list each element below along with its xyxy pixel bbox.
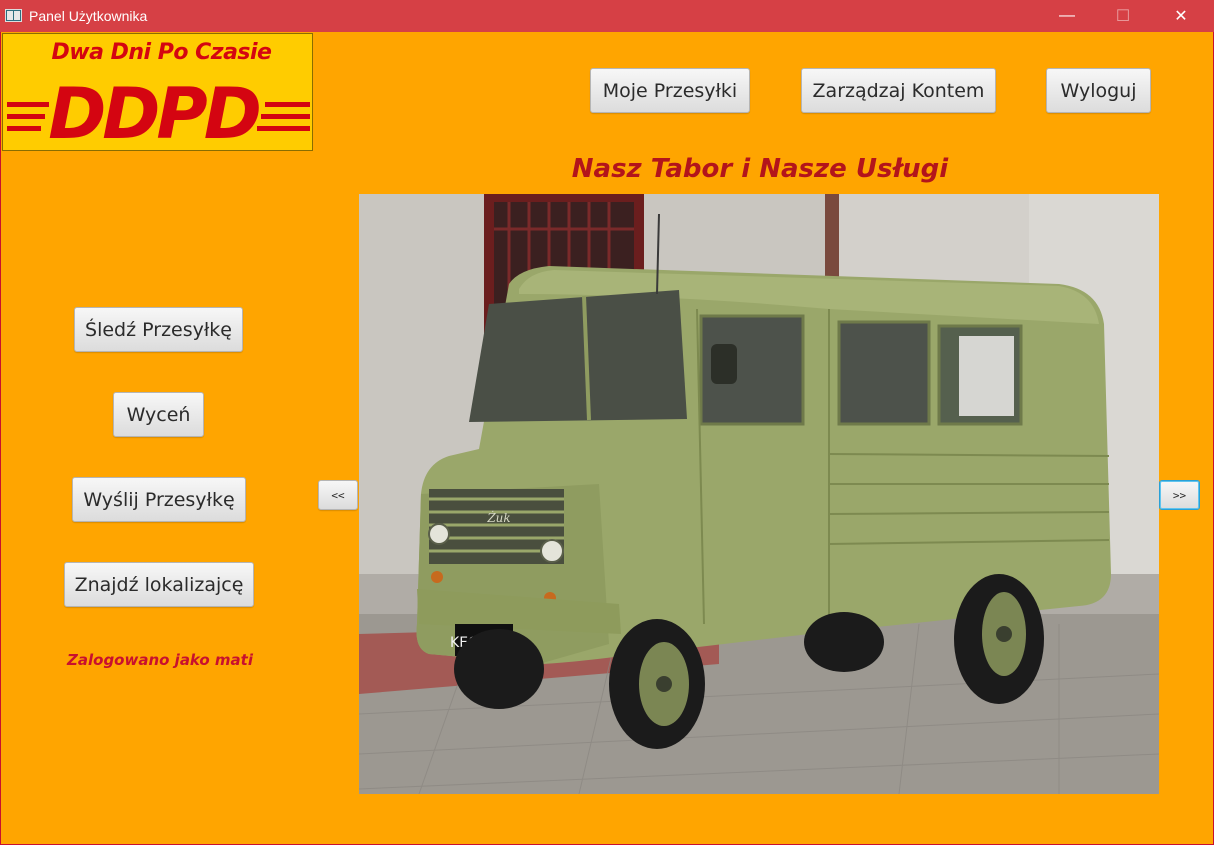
window-titlebar: Panel Użytkownika — ☐ ✕: [0, 0, 1214, 32]
track-shipment-button[interactable]: Śledź Przesyłkę: [74, 307, 243, 352]
minimize-icon[interactable]: —: [1044, 0, 1090, 32]
carousel-next-button[interactable]: >>: [1159, 480, 1200, 510]
page-title: Nasz Tabor i Nasze Usługi: [571, 154, 949, 184]
my-shipments-button[interactable]: Moje Przesyłki: [590, 68, 750, 113]
send-shipment-button[interactable]: Wyślij Przesyłkę: [72, 477, 246, 522]
maximize-icon[interactable]: ☐: [1100, 0, 1146, 32]
van-illustration: Żuk KEC 3609: [359, 194, 1159, 794]
logo-wordmark-text: DDPD: [48, 73, 260, 151]
fleet-photo: Żuk KEC 3609: [359, 194, 1159, 794]
close-icon[interactable]: ✕: [1158, 0, 1204, 32]
manage-account-button[interactable]: Zarządzaj Kontem: [801, 68, 996, 113]
company-logo: Dwa Dni Po Czasie DDPD: [2, 33, 313, 151]
logged-in-status: Zalogowano jako mati: [67, 651, 253, 669]
app-icon: [5, 9, 22, 22]
logout-button[interactable]: Wyloguj: [1046, 68, 1151, 113]
find-location-button[interactable]: Znajdź lokalizajcę: [64, 562, 254, 607]
carousel-prev-button[interactable]: <<: [318, 480, 358, 510]
van-badge: Żuk: [486, 510, 510, 525]
logo-wordmark: DDPD: [7, 73, 310, 151]
quote-button[interactable]: Wyceń: [113, 392, 204, 437]
window-title: Panel Użytkownika: [29, 8, 148, 24]
